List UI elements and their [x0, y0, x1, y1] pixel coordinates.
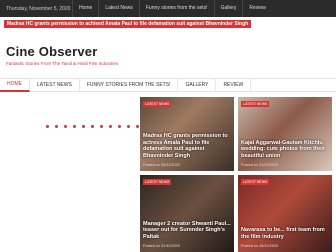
ticker-headline[interactable]: Madras HC grants permission to achieed A…	[4, 20, 252, 28]
featured-card[interactable]: LATEST NEWS Madras HC grants permission …	[140, 97, 234, 171]
loading-dot	[46, 125, 49, 128]
loading-dot	[100, 125, 103, 128]
featured-grid: LATEST NEWS Madras HC grants permission …	[140, 97, 332, 252]
loading-dot	[127, 125, 130, 128]
main-nav: HOME LATEST NEWS FUNNY STORIES FROM THE …	[0, 78, 336, 92]
card-category[interactable]: LATEST NEWS	[241, 179, 270, 185]
card-date: Posted on 28/10/2020	[241, 244, 279, 248]
card-category[interactable]: LATEST NEWS	[143, 101, 172, 107]
card-headline[interactable]: Manager 2 creator Shwanti Paul... teaser…	[143, 221, 231, 241]
news-ticker[interactable]: Madras HC grants permission to achieed A…	[4, 19, 252, 29]
top-menu-funny-stories[interactable]: Funny stories from the sets!	[138, 0, 214, 17]
top-bar: Thursday, November 5, 2020 Home Latest N…	[0, 0, 336, 17]
site-branding: Cine Observer Fantastic Stories From The…	[6, 44, 118, 66]
loading-dot	[109, 125, 112, 128]
card-image	[140, 175, 234, 252]
featured-card[interactable]: LATEST NEWS Kajal Aggarwal-Gautam Kitchl…	[238, 97, 332, 171]
nav-funny-stories[interactable]: FUNNY STORIES FROM THE SETS!	[80, 79, 179, 91]
card-image	[238, 175, 332, 252]
loading-dot	[55, 125, 58, 128]
card-date: Posted on 05/11/2020	[143, 163, 180, 167]
site-title[interactable]: Cine Observer	[6, 44, 118, 59]
top-menu-gallery[interactable]: Gallery	[213, 0, 243, 17]
nav-review[interactable]: REVIEW	[216, 79, 252, 91]
card-headline[interactable]: Kajal Aggarwal-Gautam Kitchlu wedding: c…	[241, 140, 329, 160]
card-date: Posted on 31/10/2020	[241, 163, 279, 167]
card-category[interactable]: LATEST NEWS	[143, 179, 172, 185]
loading-dot	[91, 125, 94, 128]
slider-loading-dots	[46, 125, 139, 128]
loading-dot	[73, 125, 76, 128]
card-headline[interactable]: Navarasa to be... first team from the fi…	[241, 227, 329, 240]
loading-dot	[64, 125, 67, 128]
loading-dot	[136, 125, 139, 128]
card-image	[238, 97, 332, 171]
nav-gallery[interactable]: GALLERY	[178, 79, 217, 91]
top-menu: Home Latest News Funny stories from the …	[72, 0, 272, 17]
nav-home[interactable]: HOME	[0, 78, 30, 92]
featured-card[interactable]: LATEST NEWS Navarasa to be... first team…	[238, 175, 332, 252]
loading-dot	[118, 125, 121, 128]
card-headline[interactable]: Madras HC grants permission to actress A…	[143, 133, 231, 159]
card-date: Posted on 31/10/2020	[143, 244, 181, 248]
site-tagline: Fantastic Stories From The Tamil & Hindi…	[6, 61, 119, 66]
featured-card[interactable]: LATEST NEWS Manager 2 creator Shwanti Pa…	[140, 175, 234, 252]
nav-latest-news[interactable]: LATEST NEWS	[30, 79, 80, 91]
top-menu-review[interactable]: Review	[242, 0, 271, 17]
current-date: Thursday, November 5, 2020	[6, 5, 71, 12]
card-category[interactable]: LATEST NEWS	[241, 101, 270, 107]
loading-dot	[82, 125, 85, 128]
top-menu-latest-news[interactable]: Latest News	[98, 0, 139, 17]
top-menu-home[interactable]: Home	[72, 0, 98, 17]
